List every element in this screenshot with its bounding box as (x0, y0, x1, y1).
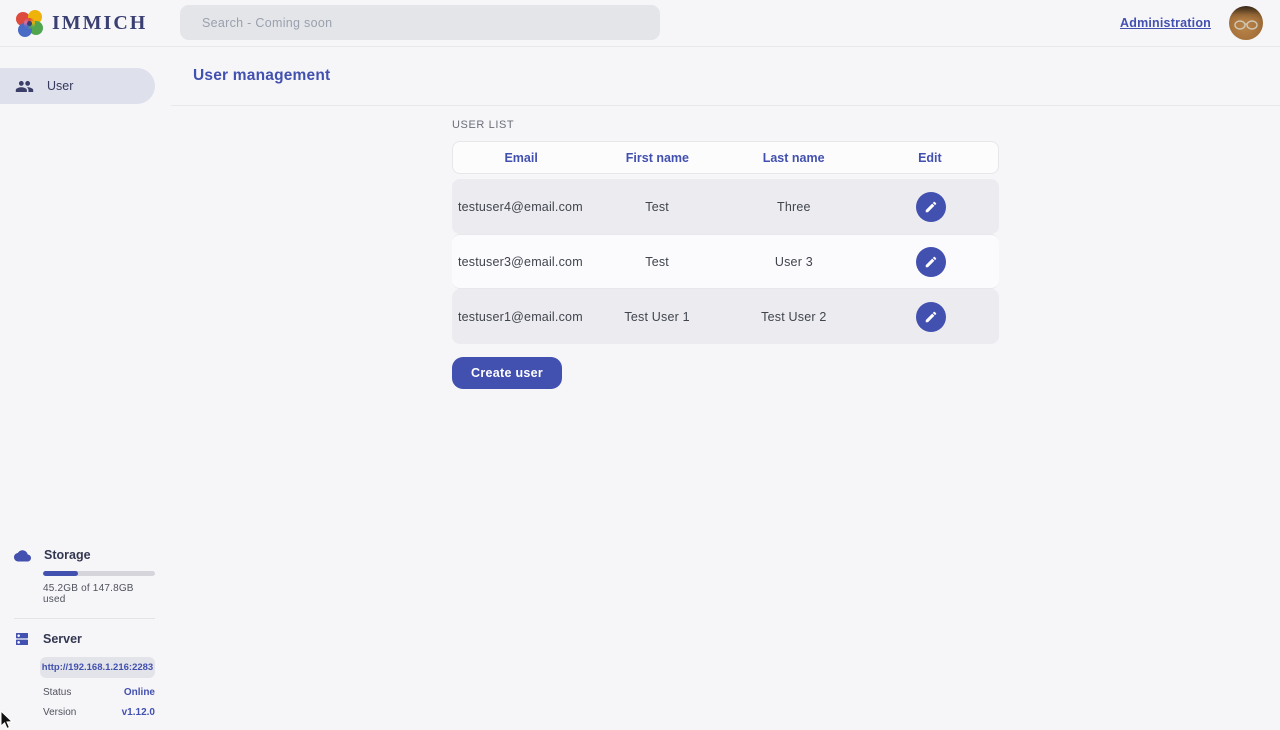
storage-usage-text: 45.2GB of 147.8GB used (43, 583, 155, 605)
user-table-header: Email First name Last name Edit (452, 141, 999, 174)
column-header-edit: Edit (862, 151, 998, 165)
pencil-icon (924, 310, 938, 324)
cell-first-name: Test (589, 200, 726, 214)
search-input[interactable] (180, 5, 660, 40)
server-version-value: v1.12.0 (122, 707, 155, 718)
admin-sidebar: User Storage 45.2GB of 147.8GB used Serv… (0, 47, 171, 730)
main-panel: User management USER LIST Email First na… (171, 47, 1280, 730)
immich-flower-icon (16, 10, 43, 37)
cell-email: testuser3@email.com (452, 255, 589, 269)
storage-progress-fill (43, 571, 78, 576)
edit-user-button[interactable] (916, 247, 946, 277)
cell-last-name: Test User 2 (726, 310, 863, 324)
page-title: User management (193, 67, 330, 85)
storage-progress-bar (43, 571, 155, 576)
top-bar: IMMICH Administration (0, 0, 1280, 47)
people-icon (15, 77, 34, 96)
server-rack-icon (14, 631, 30, 647)
server-status-label: Status (43, 687, 71, 698)
user-list-label: USER LIST (452, 119, 999, 131)
sidebar-footer: Storage 45.2GB of 147.8GB used Server ht… (0, 548, 171, 718)
administration-link[interactable]: Administration (1120, 16, 1211, 30)
table-row: testuser3@email.com Test User 3 (452, 234, 999, 289)
cell-last-name: Three (726, 200, 863, 214)
cell-last-name: User 3 (726, 255, 863, 269)
table-row: testuser1@email.com Test User 1 Test Use… (452, 289, 999, 344)
page-header: User management (171, 47, 1280, 106)
column-header-email: Email (453, 151, 589, 165)
sidebar-item-user[interactable]: User (0, 68, 155, 104)
server-version-label: Version (43, 707, 76, 718)
immich-logo[interactable]: IMMICH (16, 10, 147, 37)
pencil-icon (924, 255, 938, 269)
server-title: Server (43, 632, 82, 646)
glasses-decoration-icon (1233, 19, 1259, 31)
user-avatar[interactable] (1229, 6, 1263, 40)
cell-email: testuser1@email.com (452, 310, 589, 324)
edit-user-button[interactable] (916, 302, 946, 332)
column-header-last-name: Last name (726, 151, 862, 165)
server-url-badge: http://192.168.1.216:2283 (40, 657, 155, 678)
cloud-icon (14, 549, 31, 562)
sidebar-divider (14, 618, 155, 619)
search-bar (180, 5, 660, 40)
edit-user-button[interactable] (916, 192, 946, 222)
cell-first-name: Test (589, 255, 726, 269)
cell-first-name: Test User 1 (589, 310, 726, 324)
sidebar-item-label: User (47, 79, 73, 93)
storage-title: Storage (44, 548, 91, 562)
server-status-value: Online (124, 687, 155, 698)
cell-email: testuser4@email.com (452, 200, 589, 214)
pencil-icon (924, 200, 938, 214)
column-header-first-name: First name (589, 151, 725, 165)
table-row: testuser4@email.com Test Three (452, 179, 999, 234)
create-user-button[interactable]: Create user (452, 357, 562, 389)
server-url: http://192.168.1.216:2283 (42, 662, 153, 673)
brand-name: IMMICH (52, 12, 147, 35)
